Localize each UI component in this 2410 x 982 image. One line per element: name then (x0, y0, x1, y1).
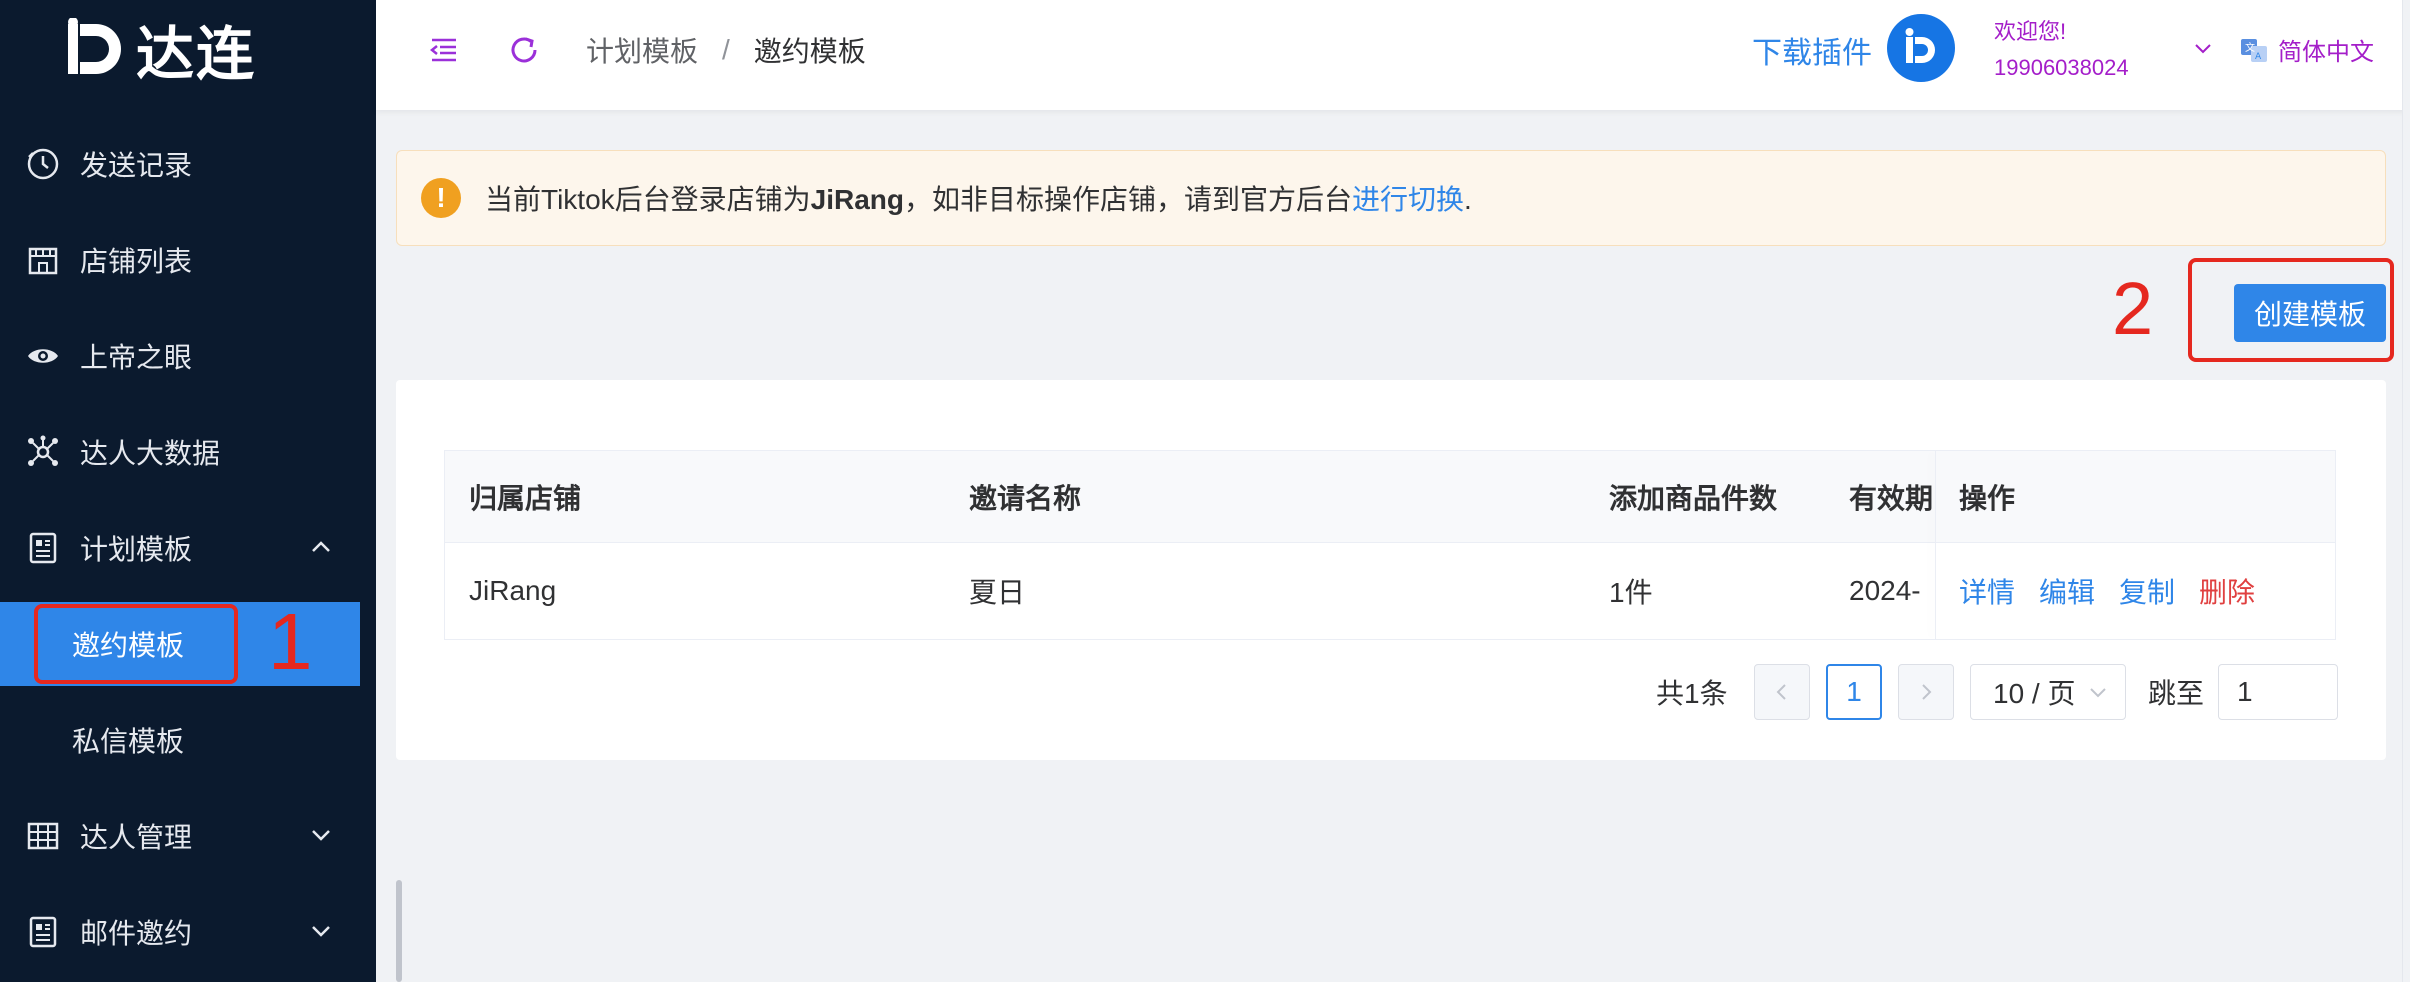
sidebar: 达连 发送记录 店铺列表 上帝之眼 达人大数据 计划模板 邀约模板 私信模板 达… (0, 0, 376, 982)
annotation-box-1 (34, 604, 238, 684)
cell-count: 1件 (1609, 577, 1653, 608)
sidebar-item-send-records[interactable]: 发送记录 (0, 122, 376, 206)
annotation-number-1: 1 (268, 597, 313, 686)
next-page-button[interactable] (1898, 664, 1954, 720)
breadcrumb-separator: / (722, 34, 730, 65)
create-template-button[interactable]: 创建模板 (2234, 284, 2386, 342)
page-scrollbar[interactable] (2402, 0, 2410, 982)
alert-prefix: 当前Tiktok后台登录店铺为 (485, 184, 811, 215)
page-number-current[interactable]: 1 (1826, 664, 1882, 720)
sidebar-subitem-label: 私信模板 (72, 726, 185, 757)
chevron-down-icon (312, 830, 330, 841)
prev-page-button[interactable] (1754, 664, 1810, 720)
menu-fold-icon[interactable] (424, 30, 464, 70)
svg-text:文: 文 (2245, 41, 2255, 54)
sidebar-item-label: 店铺列表 (80, 246, 193, 277)
copy-link[interactable]: 复制 (2119, 571, 2175, 611)
edit-link[interactable]: 编辑 (2039, 571, 2095, 611)
cell-name: 夏日 (969, 577, 1026, 608)
svg-text:A: A (2255, 52, 2262, 62)
sidebar-item-gods-eye[interactable]: 上帝之眼 (0, 314, 376, 398)
chevron-left-icon (1776, 684, 1786, 700)
column-header-ops: 操作 (1959, 482, 2016, 514)
column-header-shop: 归属店铺 (469, 482, 582, 514)
store-icon (26, 243, 60, 277)
shop-alert: ! 当前Tiktok后台登录店铺为JiRang，如非目标操作店铺，请到官方后台进… (396, 150, 2386, 246)
welcome-text: 欢迎您! (1994, 19, 2067, 44)
sidebar-item-email-invites[interactable]: 邮件邀约 (0, 890, 376, 974)
alert-text: 当前Tiktok后台登录店铺为JiRang，如非目标操作店铺，请到官方后台进行切… (485, 178, 1472, 218)
chevron-right-icon (1922, 684, 1932, 700)
chevron-down-icon[interactable] (2190, 36, 2216, 62)
page-size-select[interactable]: 10 / 页 (1970, 664, 2126, 720)
alert-middle: ，如非目标操作店铺，请到官方后台 (904, 184, 1353, 215)
breadcrumb-current: 邀约模板 (753, 36, 866, 67)
translate-icon: 文 A (2241, 38, 2267, 62)
detail-link[interactable]: 详情 (1959, 571, 2015, 611)
sidebar-item-shop-list[interactable]: 店铺列表 (0, 218, 376, 302)
grid-icon (26, 819, 60, 853)
sidebar-item-label: 计划模板 (80, 534, 193, 565)
language-switcher[interactable]: 文 A 简体中文 (2238, 32, 2374, 67)
sidebar-item-label: 发送记录 (80, 150, 193, 181)
clock-icon (26, 147, 60, 181)
alert-shop-name: JiRang (810, 184, 904, 215)
sidebar-item-influencer-management[interactable]: 达人管理 (0, 794, 376, 878)
logo-d-icon (1905, 28, 1935, 63)
logo-text: 达连 (136, 20, 257, 88)
top-header: 计划模板 / 邀约模板 下载插件 欢迎您! 19906038024 文 A 简体… (376, 0, 2410, 110)
network-icon (26, 435, 60, 469)
logo-d-icon (68, 18, 121, 74)
table-row: JiRang 夏日 1件 2024- 详情 编辑 复制 删除 (445, 543, 2335, 639)
sidebar-item-label: 达人大数据 (80, 438, 221, 469)
user-phone: 19906038024 (1994, 55, 2129, 80)
templates-panel: 归属店铺 邀请名称 添加商品件数 有效期 操作 JiRang 夏日 1件 202… (396, 380, 2386, 760)
sidebar-item-label: 邮件邀约 (80, 918, 193, 949)
pagination-total: 共1条 (1656, 678, 1728, 709)
eye-icon (26, 339, 60, 373)
goto-page-input[interactable] (2218, 664, 2338, 720)
sidebar-item-label: 达人管理 (80, 822, 193, 853)
annotation-number-2: 2 (2112, 267, 2154, 350)
cell-valid: 2024- (1849, 575, 1921, 606)
sidebar-item-label: 上帝之眼 (80, 342, 193, 373)
app-logo: 达连 (66, 14, 256, 88)
language-label: 简体中文 (2278, 39, 2374, 66)
column-header-valid: 有效期 (1849, 482, 1934, 514)
page-size-value: 10 / 页 (1993, 678, 2076, 709)
refresh-icon[interactable] (504, 30, 544, 70)
fixed-column-divider (1935, 451, 1936, 639)
templates-table: 归属店铺 邀请名称 添加商品件数 有效期 操作 JiRang 夏日 1件 202… (444, 450, 2336, 640)
switch-shop-link[interactable]: 进行切换 (1352, 184, 1464, 215)
column-header-name: 邀请名称 (969, 482, 1082, 514)
document-icon (26, 531, 60, 565)
breadcrumb-item[interactable]: 计划模板 (586, 30, 698, 70)
avatar[interactable] (1887, 14, 1955, 82)
chevron-down-icon (312, 926, 330, 937)
column-header-count: 添加商品件数 (1609, 482, 1778, 514)
goto-label: 跳至 (2148, 678, 2205, 709)
download-plugin-link[interactable]: 下载插件 (1752, 28, 1872, 72)
table-header-row: 归属店铺 邀请名称 添加商品件数 有效期 操作 (445, 451, 2335, 543)
alert-suffix: . (1464, 184, 1472, 215)
warning-icon: ! (421, 178, 461, 218)
sidebar-item-plan-templates[interactable]: 计划模板 (0, 506, 376, 590)
document-icon (26, 915, 60, 949)
delete-link[interactable]: 删除 (2199, 571, 2255, 611)
chevron-up-icon (312, 541, 330, 552)
sidebar-scrollbar[interactable] (396, 880, 402, 982)
breadcrumb: 计划模板 / 邀约模板 (586, 28, 866, 72)
sidebar-item-influencer-data[interactable]: 达人大数据 (0, 410, 376, 494)
cell-ops: 详情 编辑 复制 删除 (1959, 543, 2279, 639)
cell-shop: JiRang (469, 575, 557, 606)
sidebar-subitem-dm-templates[interactable]: 私信模板 (0, 698, 360, 782)
chevron-down-icon (2090, 688, 2106, 698)
user-welcome[interactable]: 欢迎您! 19906038024 (1994, 14, 2129, 86)
